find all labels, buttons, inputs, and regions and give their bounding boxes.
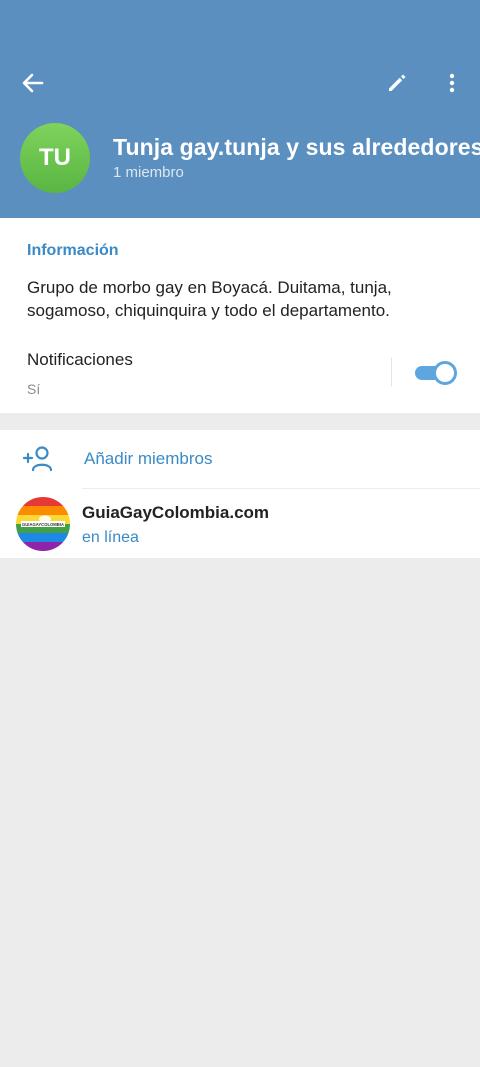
member-count: 1 miembro	[113, 164, 184, 181]
group-description: Grupo de morbo gay en Boyacá. Duitama, t…	[27, 278, 392, 320]
more-options-button[interactable]	[436, 64, 468, 102]
divider	[391, 358, 392, 386]
add-members-label: Añadir miembros	[84, 449, 213, 468]
rainbow-logo-icon: GUIAGAYCOLOMBIA	[16, 497, 70, 551]
member-name: GuiaGayColombia.com	[82, 503, 270, 522]
group-title: Tunja gay.tunja y sus alrededores	[113, 134, 480, 160]
add-person-icon	[22, 446, 53, 472]
member-status: en línea	[82, 529, 139, 546]
notifications-value: Sí	[27, 381, 41, 397]
info-heading: Información	[27, 242, 119, 259]
arrow-left-icon	[22, 73, 44, 93]
logo-text: GUIAGAYCOLOMBIA	[22, 522, 64, 527]
vertical-dots-icon	[449, 73, 455, 93]
members-section: Añadir miembros GUIAGAYCOLOMBIA GuiaGayC…	[0, 430, 480, 558]
notifications-label: Notificaciones	[27, 350, 133, 369]
info-section: Información Grupo de morbo gay en Boyacá…	[0, 218, 480, 413]
add-members-button[interactable]: Añadir miembros	[0, 430, 480, 488]
member-avatar: GUIAGAYCOLOMBIA	[16, 497, 70, 551]
chat-header: TU Tunja gay.tunja y sus alrededores 1 m…	[0, 0, 480, 218]
member-list-item[interactable]: GUIAGAYCOLOMBIA GuiaGayColombia.com en l…	[0, 489, 480, 558]
back-button[interactable]	[14, 64, 52, 102]
notifications-toggle[interactable]	[415, 361, 457, 385]
edit-button[interactable]	[378, 64, 416, 102]
pencil-icon	[389, 74, 406, 91]
notifications-row[interactable]: Notificaciones Sí	[0, 340, 480, 410]
toggle-knob	[433, 361, 457, 385]
group-avatar[interactable]: TU	[20, 123, 90, 193]
